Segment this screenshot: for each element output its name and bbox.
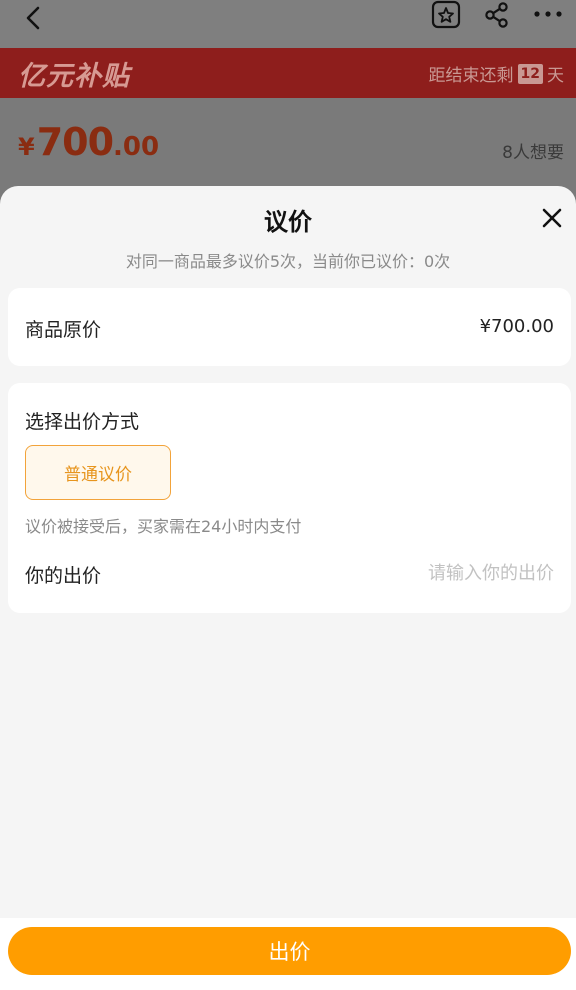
countdown-suffix: 天 <box>547 66 564 86</box>
countdown: 距结束还剩 12 天 <box>429 61 564 86</box>
submit-bid-button[interactable]: 出价 <box>8 927 571 975</box>
normal-bargain-option[interactable]: 普通议价 <box>25 445 171 500</box>
bid-method-card: 选择出价方式 普通议价 议价被接受后，买家需在24小时内支付 你的出价 <box>8 383 571 613</box>
price-decimal: .00 <box>113 132 160 162</box>
brand-logo-text: 亿元补贴 <box>18 61 130 92</box>
bargain-sheet: 议价 对同一商品最多议价5次，当前你已议价：0次 商品原价 ¥700.00 选择… <box>0 186 576 990</box>
share-icon[interactable] <box>482 1 512 29</box>
back-arrow-icon[interactable] <box>18 4 50 32</box>
countdown-days: 12 <box>517 63 543 84</box>
original-price-card: 商品原价 ¥700.00 <box>8 288 571 366</box>
close-icon[interactable] <box>540 206 564 230</box>
more-icon[interactable] <box>532 2 564 26</box>
subsidy-banner: 亿元补贴 距结束还剩 12 天 <box>0 48 576 98</box>
original-price-label: 商品原价 <box>25 319 102 341</box>
price-symbol: ¥ <box>18 133 35 161</box>
countdown-prefix: 距结束还剩 <box>428 66 514 86</box>
bargain-limit-note: 对同一商品最多议价5次，当前你已议价：0次 <box>125 252 451 271</box>
price-integer: 700 <box>36 120 114 164</box>
bid-input[interactable] <box>334 559 554 587</box>
favorite-star-icon[interactable] <box>429 0 463 30</box>
original-price-value: ¥700.00 <box>479 316 554 337</box>
bid-method-label: 选择出价方式 <box>25 411 140 433</box>
product-price-bar: ¥ 700 .00 8人想要 <box>0 98 576 198</box>
wants-count: 8人想要 <box>502 143 564 163</box>
product-price: ¥ 700 .00 <box>18 120 159 164</box>
payment-hint: 议价被接受后，买家需在24小时内支付 <box>25 517 302 536</box>
footer: 出价 <box>0 918 576 990</box>
page: 亿元补贴 距结束还剩 12 天 ¥ 700 .00 8人想要 议价 对同一商品最… <box>0 0 576 990</box>
your-bid-label: 你的出价 <box>25 565 102 587</box>
sheet-title: 议价 <box>264 208 312 236</box>
top-navigation-bar <box>0 0 576 48</box>
